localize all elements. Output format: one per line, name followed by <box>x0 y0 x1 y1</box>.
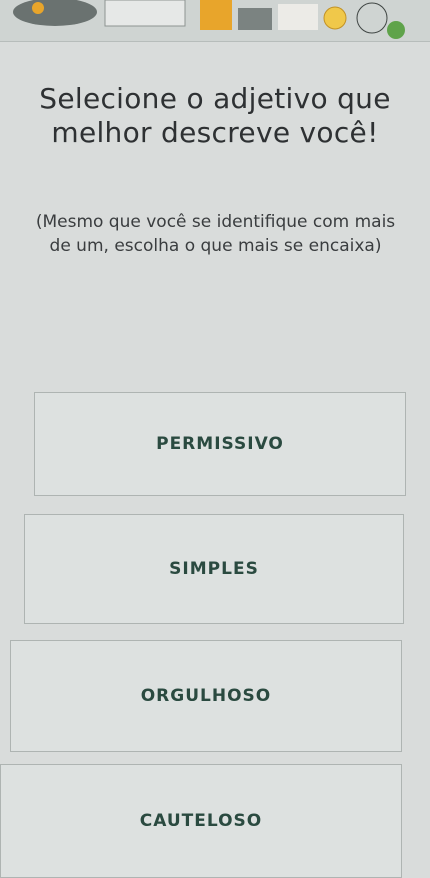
illustration-outline-circle <box>356 2 388 34</box>
option-cauteloso[interactable]: CAUTELOSO <box>0 764 402 878</box>
option-label: ORGULHOSO <box>140 686 272 706</box>
header-illustration <box>0 0 430 42</box>
option-label: CAUTELOSO <box>139 811 263 831</box>
option-label: SIMPLES <box>169 559 259 579</box>
illustration-bar-orange <box>200 0 232 30</box>
illustration-shape-left <box>13 0 97 26</box>
illustration-dot-green <box>387 21 405 39</box>
illustration-card <box>278 4 318 30</box>
question-hint: (Mesmo que você se identifique com mais … <box>35 212 396 256</box>
option-orgulhoso[interactable]: ORGULHOSO <box>10 640 402 752</box>
option-permissivo[interactable]: PERMISSIVO <box>34 392 406 496</box>
illustration-coin <box>323 6 347 30</box>
illustration-bars <box>238 8 272 30</box>
option-simples[interactable]: SIMPLES <box>24 514 404 624</box>
illustration-dot-orange <box>32 2 44 14</box>
option-label: PERMISSIVO <box>156 434 284 454</box>
illustration-panel <box>104 0 186 27</box>
question-title: Selecione o adjetivo que melhor descreve… <box>39 82 391 149</box>
